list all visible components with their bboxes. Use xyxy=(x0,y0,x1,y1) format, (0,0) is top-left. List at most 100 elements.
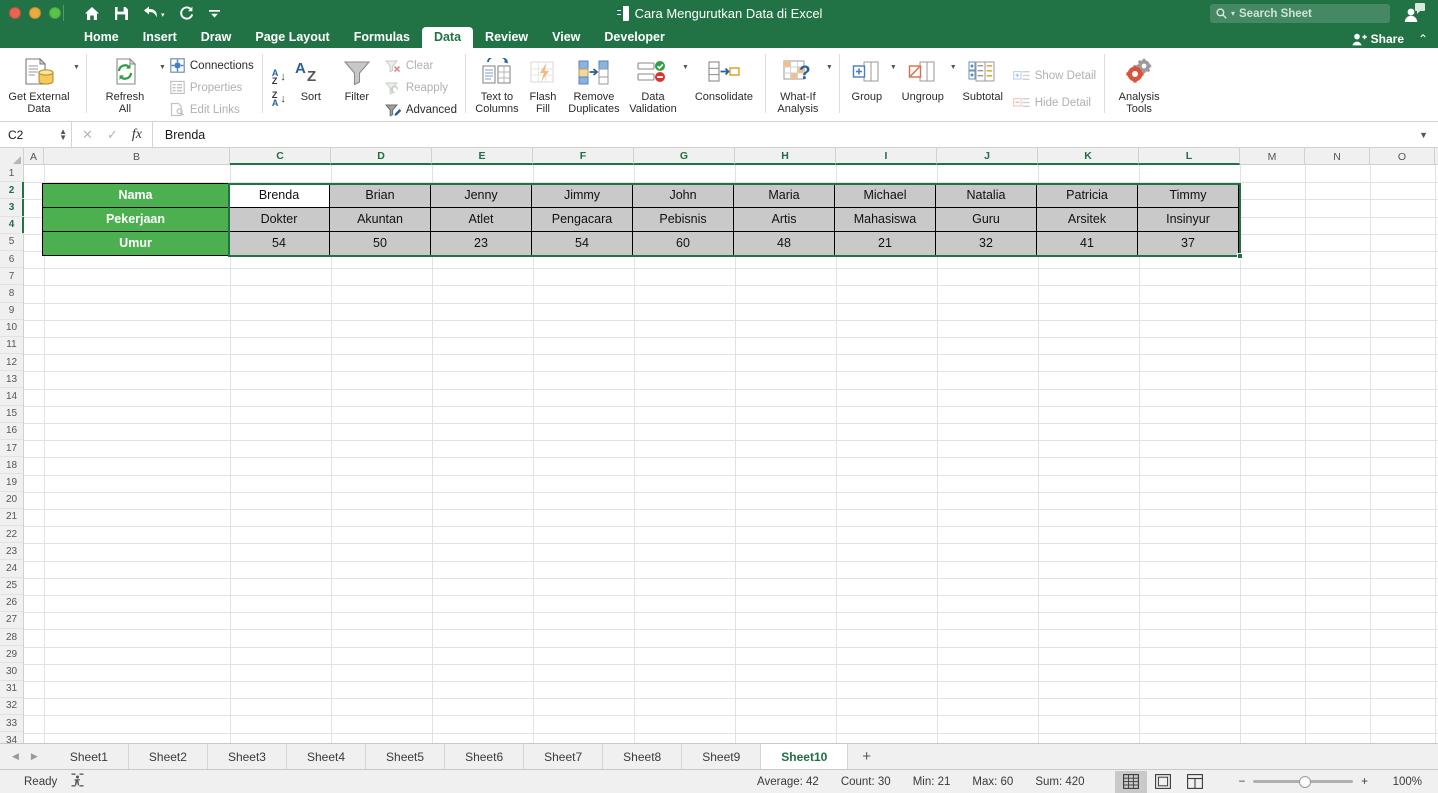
zoom-slider[interactable] xyxy=(1253,775,1354,788)
chevron-down-icon[interactable]: ▼ xyxy=(73,64,80,71)
chevron-down-icon[interactable]: ▼ xyxy=(826,64,833,71)
cell-G2[interactable]: John xyxy=(632,182,734,208)
what-if-analysis-button[interactable]: ? What-If Analysis xyxy=(771,50,825,115)
cell-I4[interactable]: 21 xyxy=(834,230,936,256)
row-header-16[interactable]: 16 xyxy=(0,423,23,440)
tab-review[interactable]: Review xyxy=(473,27,540,48)
cell-L3[interactable]: Insinyur xyxy=(1137,206,1239,232)
redo-icon[interactable] xyxy=(179,6,194,21)
properties-button[interactable]: Properties xyxy=(170,78,254,97)
get-external-data-button[interactable]: Get External Data xyxy=(6,50,72,115)
cell-D4[interactable]: 50 xyxy=(329,230,431,256)
row-header-20[interactable]: 20 xyxy=(0,492,23,509)
chevron-down-icon[interactable]: ▼ xyxy=(682,64,689,71)
column-header-A[interactable]: A xyxy=(24,148,44,165)
row-header-18[interactable]: 18 xyxy=(0,457,23,475)
home-icon[interactable] xyxy=(84,6,100,21)
group-button[interactable]: Group xyxy=(845,50,889,104)
column-header-G[interactable]: G xyxy=(634,148,735,165)
enter-check-icon[interactable]: ✓ xyxy=(107,127,118,143)
edit-links-button[interactable]: Edit Links xyxy=(170,100,254,119)
advanced-filter-button[interactable]: Advanced xyxy=(384,100,457,119)
connections-button[interactable]: Connections xyxy=(170,56,254,75)
sheet-tab-sheet4[interactable]: Sheet4 xyxy=(286,744,367,769)
nav-previous-icon[interactable]: ◀ xyxy=(12,751,19,762)
add-sheet-button[interactable]: + xyxy=(848,744,885,769)
cell-J2[interactable]: Natalia xyxy=(935,182,1037,208)
column-header-I[interactable]: I xyxy=(836,148,937,165)
name-box-spinner[interactable]: ▲ ▼ xyxy=(59,127,67,141)
tab-page-layout[interactable]: Page Layout xyxy=(243,27,341,48)
row-header-13[interactable]: 13 xyxy=(0,371,23,389)
zoom-window-button[interactable] xyxy=(49,7,61,19)
refresh-all-button[interactable]: Refresh All xyxy=(92,50,158,115)
cell-H4[interactable]: 48 xyxy=(733,230,835,256)
row-header-21[interactable]: 21 xyxy=(0,509,23,526)
column-header-C[interactable]: C xyxy=(230,148,331,165)
clear-filter-button[interactable]: Clear xyxy=(384,56,457,75)
cell-K3[interactable]: Arsitek xyxy=(1036,206,1138,232)
row-header-33[interactable]: 33 xyxy=(0,715,23,733)
undo-icon[interactable]: ▾ xyxy=(143,6,165,20)
remove-duplicates-button[interactable]: Remove Duplicates xyxy=(563,50,625,121)
cell-I2[interactable]: Michael xyxy=(834,182,936,208)
cell-I3[interactable]: Mahasiswa xyxy=(834,206,936,232)
data-validation-button[interactable]: Data Validation xyxy=(625,50,681,115)
subtotal-button[interactable]: Subtotal xyxy=(957,50,1009,121)
column-header-J[interactable]: J xyxy=(937,148,1038,165)
row-header-4[interactable]: 4 xyxy=(0,216,24,234)
row-header-7[interactable]: 7 xyxy=(0,268,23,286)
sheet-tab-sheet10[interactable]: Sheet10 xyxy=(761,744,849,769)
row-header-8[interactable]: 8 xyxy=(0,285,23,303)
row-header-14[interactable]: 14 xyxy=(0,388,23,406)
zoom-in-button[interactable]: + xyxy=(1361,776,1368,788)
cell-L4[interactable]: 37 xyxy=(1137,230,1239,256)
tab-formulas[interactable]: Formulas xyxy=(342,27,422,48)
cell-F2[interactable]: Jimmy xyxy=(531,182,633,208)
cell-C3[interactable]: Dokter xyxy=(228,206,330,232)
fill-handle[interactable] xyxy=(1237,253,1243,259)
reapply-filter-button[interactable]: Reapply xyxy=(384,78,457,97)
row-header-27[interactable]: 27 xyxy=(0,612,23,630)
chevron-down-icon[interactable]: ▼ xyxy=(1419,130,1428,140)
customize-toolbar-icon[interactable] xyxy=(208,7,221,20)
cell-G3[interactable]: Pebisnis xyxy=(632,206,734,232)
row-header-24[interactable]: 24 xyxy=(0,560,23,578)
row-header-30[interactable]: 30 xyxy=(0,663,23,681)
cell-L2[interactable]: Timmy xyxy=(1137,182,1239,208)
column-header-E[interactable]: E xyxy=(432,148,533,165)
tab-view[interactable]: View xyxy=(540,27,592,48)
normal-view-icon[interactable] xyxy=(1114,770,1147,793)
chevron-up-icon[interactable]: ⌃ xyxy=(1418,32,1428,46)
fx-icon[interactable]: fx xyxy=(132,127,142,143)
row-header-19[interactable]: 19 xyxy=(0,474,23,492)
zoom-slider-knob[interactable] xyxy=(1299,775,1312,788)
row-header-12[interactable]: 12 xyxy=(0,354,23,372)
flash-fill-button[interactable]: Flash Fill xyxy=(523,50,563,121)
cell-J4[interactable]: 32 xyxy=(935,230,1037,256)
row-header-5[interactable]: 5 xyxy=(0,234,23,251)
column-header-H[interactable]: H xyxy=(735,148,836,165)
column-header-M[interactable]: M xyxy=(1240,148,1305,165)
tab-home[interactable]: Home xyxy=(72,27,131,48)
cancel-x-icon[interactable]: ✕ xyxy=(82,127,93,143)
column-header-K[interactable]: K xyxy=(1038,148,1139,165)
row-header-11[interactable]: 11 xyxy=(0,337,23,355)
zoom-level[interactable]: 100% xyxy=(1390,776,1430,788)
row-header-26[interactable]: 26 xyxy=(0,595,23,612)
text-to-columns-button[interactable]: Text to Columns xyxy=(471,50,523,121)
cell-D3[interactable]: Akuntan xyxy=(329,206,431,232)
share-button[interactable]: Share xyxy=(1352,32,1404,46)
row-header-9[interactable]: 9 xyxy=(0,303,23,320)
hide-detail-button[interactable]: Hide Detail xyxy=(1012,93,1096,112)
column-header-N[interactable]: N xyxy=(1305,148,1370,165)
row-header-3[interactable]: 3 xyxy=(0,199,24,217)
sort-descending-button[interactable]: ZA ↓ xyxy=(272,90,286,107)
row-label-nama[interactable]: Nama xyxy=(42,182,229,208)
cell-C2[interactable]: Brenda xyxy=(228,182,330,208)
row-header-28[interactable]: 28 xyxy=(0,629,23,647)
row-header-1[interactable]: 1 xyxy=(0,165,23,183)
zoom-out-button[interactable]: − xyxy=(1239,776,1246,788)
row-label-pekerjaan[interactable]: Pekerjaan xyxy=(42,206,229,232)
cell-K2[interactable]: Patricia xyxy=(1036,182,1138,208)
